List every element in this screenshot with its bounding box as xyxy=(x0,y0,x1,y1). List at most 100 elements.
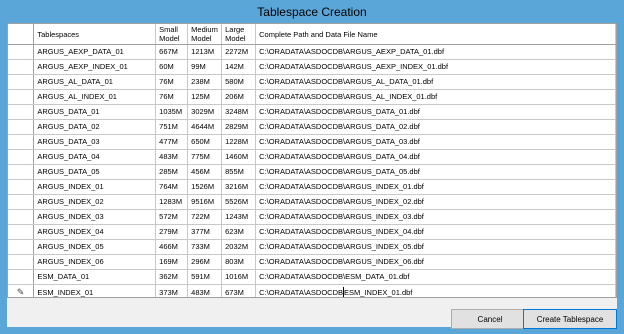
cell-tablespace[interactable]: ARGUS_AL_DATA_01 xyxy=(33,74,157,90)
cell-small[interactable]: 60M xyxy=(155,59,189,75)
cell-path[interactable]: C:\ORADATA\ASDOCDB\ARGUS_INDEX_05.dbf xyxy=(255,239,616,255)
cell-medium[interactable]: 456M xyxy=(187,164,223,180)
cell-medium[interactable]: 4644M xyxy=(187,119,223,135)
cell-tablespace[interactable]: ARGUS_INDEX_06 xyxy=(33,254,157,270)
row-header[interactable] xyxy=(8,59,35,75)
cell-path[interactable]: C:\ORADATA\ASDOCDB\ARGUS_INDEX_01.dbf xyxy=(255,179,616,195)
table-row[interactable]: ARGUS_DATA_05 285M 456M 855M C:\ORADATA\… xyxy=(8,164,616,180)
cell-large[interactable]: 803M xyxy=(221,254,257,270)
cell-medium[interactable]: 125M xyxy=(187,89,223,105)
cell-large[interactable]: 2032M xyxy=(221,239,257,255)
table-row-editing[interactable]: ✎ ESM_INDEX_01 373M 483M 673M C:\ORADATA… xyxy=(8,284,616,297)
table-row[interactable]: ESM_DATA_01 362M 591M 1016M C:\ORADATA\A… xyxy=(8,269,616,285)
row-header[interactable] xyxy=(8,89,35,105)
cell-path[interactable]: C:\ORADATA\ASDOCDB\ARGUS_DATA_02.dbf xyxy=(255,119,616,135)
cell-path[interactable]: C:\ORADATA\ASDOCDB\ARGUS_AL_DATA_01.dbf xyxy=(255,74,616,90)
table-row[interactable]: ARGUS_AL_INDEX_01 76M 125M 206M C:\ORADA… xyxy=(8,89,616,105)
table-row[interactable]: ARGUS_DATA_04 483M 775M 1460M C:\ORADATA… xyxy=(8,149,616,165)
cell-path-editing[interactable]: C:\ORADATA\ASDOCDBESM_INDEX_01.dbf xyxy=(255,284,616,297)
cell-tablespace[interactable]: ARGUS_INDEX_04 xyxy=(33,224,157,240)
cell-medium[interactable]: 9516M xyxy=(187,194,223,210)
cell-medium[interactable]: 591M xyxy=(187,269,223,285)
cell-path[interactable]: C:\ORADATA\ASDOCDB\ESM_DATA_01.dbf xyxy=(255,269,616,285)
cell-large[interactable]: 2829M xyxy=(221,119,257,135)
cell-medium[interactable]: 238M xyxy=(187,74,223,90)
cell-large[interactable]: 580M xyxy=(221,74,257,90)
cell-path[interactable]: C:\ORADATA\ASDOCDB\ARGUS_INDEX_02.dbf xyxy=(255,194,616,210)
cell-medium[interactable]: 1213M xyxy=(187,44,223,60)
cell-small[interactable]: 76M xyxy=(155,89,189,105)
cell-path[interactable]: C:\ORADATA\ASDOCDB\ARGUS_INDEX_04.dbf xyxy=(255,224,616,240)
cell-small[interactable]: 751M xyxy=(155,119,189,135)
table-row[interactable]: ARGUS_INDEX_03 572M 722M 1243M C:\ORADAT… xyxy=(8,209,616,225)
row-header[interactable] xyxy=(8,44,35,60)
cell-small[interactable]: 466M xyxy=(155,239,189,255)
cell-small[interactable]: 1283M xyxy=(155,194,189,210)
row-header[interactable] xyxy=(8,269,35,285)
cell-tablespace[interactable]: ARGUS_INDEX_03 xyxy=(33,209,157,225)
row-header[interactable] xyxy=(8,164,35,180)
cell-medium[interactable]: 722M xyxy=(187,209,223,225)
row-header[interactable] xyxy=(8,74,35,90)
cell-medium[interactable]: 296M xyxy=(187,254,223,270)
row-header[interactable] xyxy=(8,134,35,150)
cell-large[interactable]: 1228M xyxy=(221,134,257,150)
cell-small[interactable]: 169M xyxy=(155,254,189,270)
column-header-medium-model[interactable]: Medium Model xyxy=(187,24,223,45)
row-header[interactable] xyxy=(8,239,35,255)
column-header-path[interactable]: Complete Path and Data File Name xyxy=(255,24,616,45)
cell-large[interactable]: 142M xyxy=(221,59,257,75)
row-header[interactable] xyxy=(8,104,35,120)
cell-small[interactable]: 477M xyxy=(155,134,189,150)
cell-large[interactable]: 1460M xyxy=(221,149,257,165)
table-row[interactable]: ARGUS_AEXP_DATA_01 667M 1213M 2272M C:\O… xyxy=(8,44,616,60)
cell-path[interactable]: C:\ORADATA\ASDOCDB\ARGUS_AEXP_DATA_01.db… xyxy=(255,44,616,60)
cell-path[interactable]: C:\ORADATA\ASDOCDB\ARGUS_INDEX_03.dbf xyxy=(255,209,616,225)
table-row[interactable]: ARGUS_DATA_02 751M 4644M 2829M C:\ORADAT… xyxy=(8,119,616,135)
cell-medium[interactable]: 3029M xyxy=(187,104,223,120)
cell-small[interactable]: 667M xyxy=(155,44,189,60)
cell-large[interactable]: 1243M xyxy=(221,209,257,225)
cell-tablespace[interactable]: ARGUS_AEXP_INDEX_01 xyxy=(33,59,157,75)
row-header-editing[interactable]: ✎ xyxy=(8,284,35,297)
cell-medium[interactable]: 650M xyxy=(187,134,223,150)
row-header[interactable] xyxy=(8,224,35,240)
cell-large[interactable]: 206M xyxy=(221,89,257,105)
column-header-large-model[interactable]: Large Model xyxy=(221,24,257,45)
cell-medium[interactable]: 1526M xyxy=(187,179,223,195)
cancel-button[interactable]: Cancel xyxy=(451,309,529,329)
cell-path[interactable]: C:\ORADATA\ASDOCDB\ARGUS_DATA_04.dbf xyxy=(255,149,616,165)
table-row[interactable]: ARGUS_INDEX_01 764M 1526M 3216M C:\ORADA… xyxy=(8,179,616,195)
row-header[interactable] xyxy=(8,179,35,195)
cell-path[interactable]: C:\ORADATA\ASDOCDB\ARGUS_AEXP_INDEX_01.d… xyxy=(255,59,616,75)
cell-medium[interactable]: 99M xyxy=(187,59,223,75)
table-row[interactable]: ARGUS_INDEX_04 279M 377M 623M C:\ORADATA… xyxy=(8,224,616,240)
table-row[interactable]: ARGUS_AL_DATA_01 76M 238M 580M C:\ORADAT… xyxy=(8,74,616,90)
cell-tablespace[interactable]: ARGUS_INDEX_02 xyxy=(33,194,157,210)
table-row[interactable]: ARGUS_INDEX_05 466M 733M 2032M C:\ORADAT… xyxy=(8,239,616,255)
cell-path[interactable]: C:\ORADATA\ASDOCDB\ARGUS_AL_INDEX_01.dbf xyxy=(255,89,616,105)
table-row[interactable]: ARGUS_INDEX_06 169M 296M 803M C:\ORADATA… xyxy=(8,254,616,270)
cell-small[interactable]: 285M xyxy=(155,164,189,180)
row-header[interactable] xyxy=(8,194,35,210)
cell-small[interactable]: 1035M xyxy=(155,104,189,120)
cell-medium[interactable]: 483M xyxy=(187,284,223,297)
row-header[interactable] xyxy=(8,254,35,270)
cell-tablespace[interactable]: ARGUS_AL_INDEX_01 xyxy=(33,89,157,105)
cell-large[interactable]: 2272M xyxy=(221,44,257,60)
row-header[interactable] xyxy=(8,209,35,225)
row-header[interactable] xyxy=(8,119,35,135)
cell-tablespace[interactable]: ARGUS_DATA_01 xyxy=(33,104,157,120)
table-row[interactable]: ARGUS_DATA_01 1035M 3029M 3248M C:\ORADA… xyxy=(8,104,616,120)
cell-small[interactable]: 362M xyxy=(155,269,189,285)
table-row[interactable]: ARGUS_INDEX_02 1283M 9516M 5526M C:\ORAD… xyxy=(8,194,616,210)
cell-path[interactable]: C:\ORADATA\ASDOCDB\ARGUS_INDEX_06.dbf xyxy=(255,254,616,270)
cell-large[interactable]: 3216M xyxy=(221,179,257,195)
cell-medium[interactable]: 733M xyxy=(187,239,223,255)
cell-small[interactable]: 76M xyxy=(155,74,189,90)
cell-tablespace[interactable]: ARGUS_DATA_02 xyxy=(33,119,157,135)
cell-small[interactable]: 572M xyxy=(155,209,189,225)
table-row[interactable]: ARGUS_AEXP_INDEX_01 60M 99M 142M C:\ORAD… xyxy=(8,59,616,75)
cell-tablespace[interactable]: ARGUS_DATA_03 xyxy=(33,134,157,150)
create-tablespace-button[interactable]: Create Tablespace xyxy=(523,309,617,329)
